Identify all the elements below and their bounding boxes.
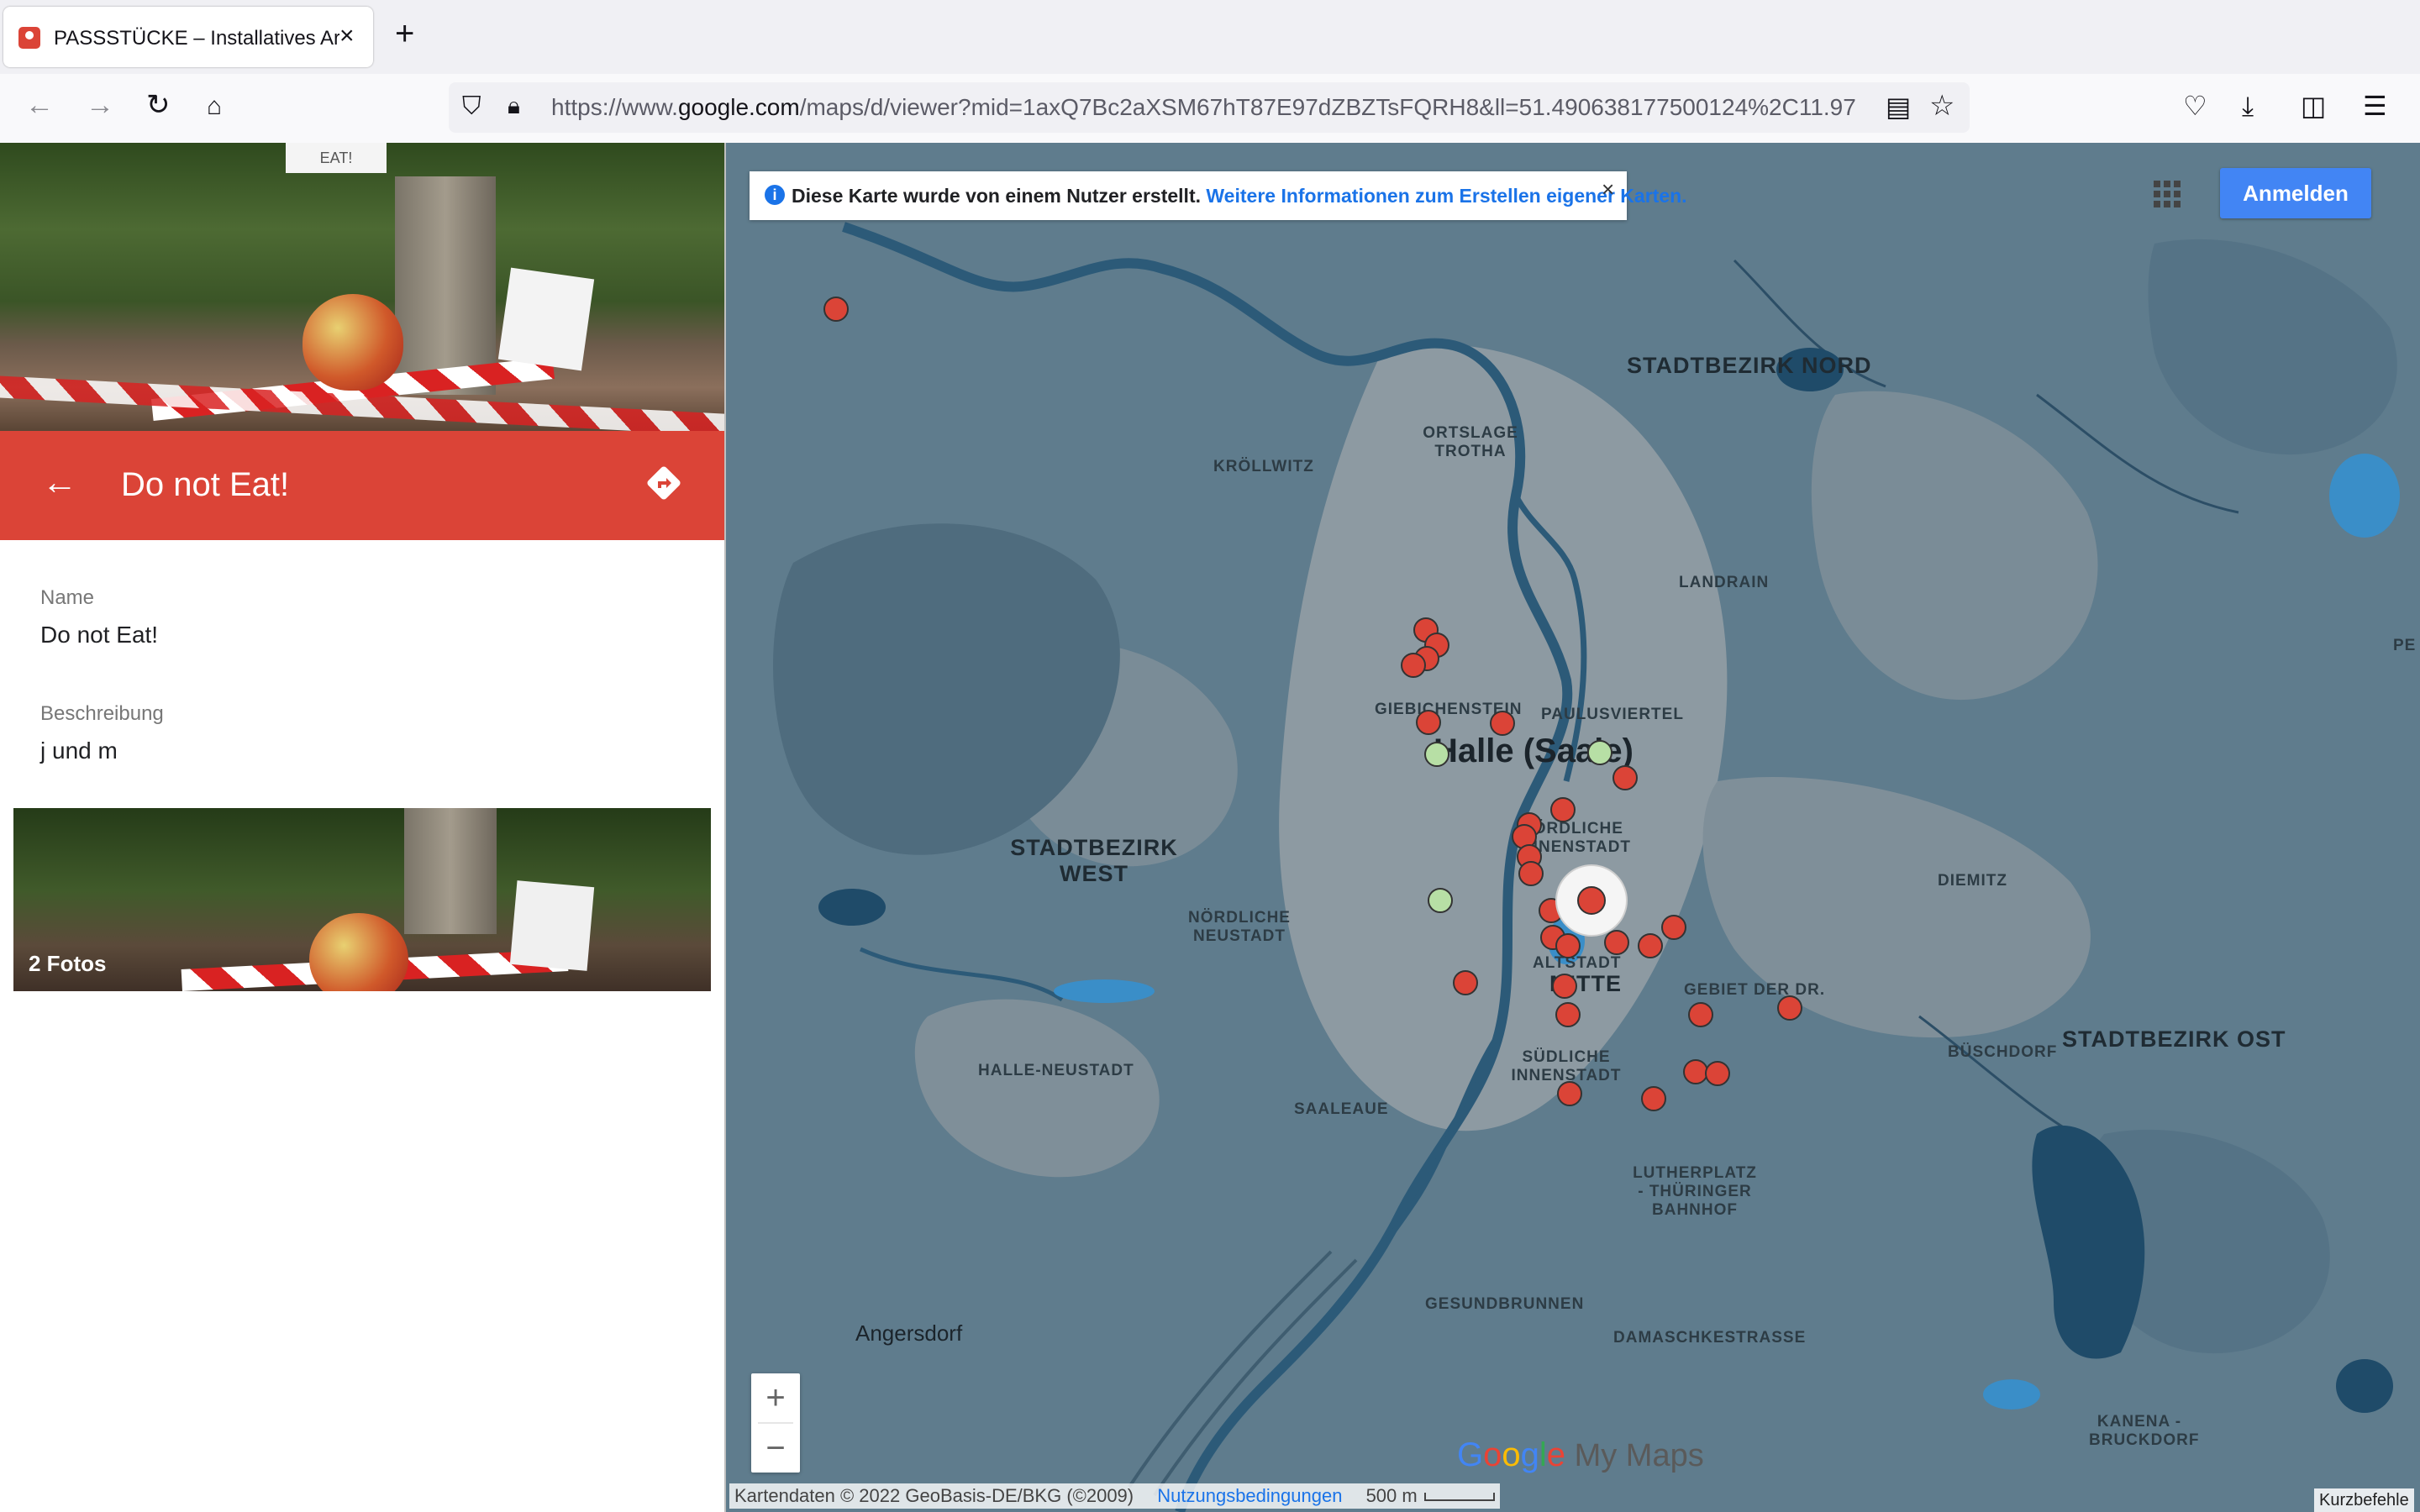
map-marker[interactable] [1555,933,1581,958]
sign-in-button[interactable]: Anmelden [2220,168,2371,218]
map-marker[interactable] [1416,710,1441,735]
shield-icon[interactable]: ⛉ [462,92,481,121]
map-marker-green[interactable] [1428,888,1453,913]
panel-title: Do not Eat! [121,466,290,503]
user-created-map-notice: i Diese Karte wurde von einem Nutzer ers… [750,171,1687,220]
notice-text: Diese Karte wurde von einem Nutzer erste… [792,185,1201,207]
url-path: /maps/d/viewer?mid=1axQ7Bc2aXSM67hT87E97… [799,94,1856,120]
url-text[interactable]: https://www.google.com/maps/d/viewer?mid… [551,94,1862,121]
browser-nav-bar: ← → ↻ ⌂ ⛉ 🔒︎ https://www.google.com/maps… [0,74,2420,144]
map-marker[interactable] [1688,1002,1713,1027]
bench-post [404,808,497,934]
map-markers-layer [823,297,1802,1111]
map-footer: Kartendaten © 2022 GeoBasis-DE/BKG (©200… [729,1483,1500,1509]
map-pin-icon [18,27,40,49]
map-marker[interactable] [1557,1081,1582,1106]
map-marker[interactable] [1641,1086,1666,1111]
keyboard-shortcuts-link[interactable]: Kurzbefehle [2314,1488,2414,1512]
menu-icon[interactable]: ☰ [2363,92,2387,119]
field-value-name: Do not Eat! [40,622,159,648]
close-tab-icon[interactable]: × [339,22,355,50]
map-marker[interactable] [1555,1002,1581,1027]
directions-icon[interactable] [645,465,682,501]
home-icon[interactable]: ⌂ [207,94,222,119]
terms-link[interactable]: Nutzungsbedingungen [1157,1485,1342,1506]
browser-tab[interactable]: PASSSTÜCKE – Installatives Arbeiten × [3,7,373,67]
zoom-in-button[interactable]: + [751,1373,800,1422]
apple-image [309,913,408,991]
selected-map-marker[interactable] [1577,886,1606,915]
google-my-maps-logo: Google My Maps [1457,1436,1704,1473]
zoom-out-button[interactable]: − [751,1424,800,1473]
feature-details-panel: EAT! ← Do not Eat! Name Do not Eat! Besc… [0,143,726,1512]
pocket-icon[interactable]: ♡ [2183,92,2207,119]
bench-post [395,176,496,395]
map-marker[interactable] [1552,974,1577,999]
url-prefix: https://www. [551,94,678,120]
map-marker[interactable] [1401,653,1426,678]
map-marker[interactable] [1453,970,1478,995]
lock-icon[interactable]: 🔒︎ [508,92,520,120]
map-marker-green[interactable] [1424,742,1449,767]
sign-text: EAT! [286,143,387,173]
map-marker[interactable] [1612,765,1638,790]
paper-sheet [509,880,595,971]
field-label-description: Beschreibung [40,702,164,725]
field-label-name: Name [40,586,95,609]
back-arrow-icon[interactable]: ← [25,91,54,119]
map-data-attribution: Kartendaten © 2022 GeoBasis-DE/BKG (©200… [734,1485,1134,1506]
tab-title: PASSSTÜCKE – Installatives Arbeiten [54,27,339,50]
download-icon[interactable]: ⤓ [2242,92,2254,119]
zoom-controls: + − [751,1373,800,1473]
field-value-description: j und m [40,738,118,764]
back-arrow-icon[interactable]: ← [42,465,77,500]
sidebar-icon[interactable]: ◫ [2301,92,2326,119]
map-marker[interactable] [1490,711,1515,736]
paper-sheet [497,267,595,371]
reload-icon[interactable]: ↻ [146,91,171,119]
scale-text[interactable]: 500 m [1366,1485,1418,1506]
apple-image [302,294,403,391]
map-marker[interactable] [1518,861,1544,886]
url-bar[interactable]: ⛉ 🔒︎ https://www.google.com/maps/d/viewe… [449,82,1970,133]
reader-view-icon[interactable]: ▤ [1886,91,1911,123]
apps-grid-icon[interactable] [2153,180,2181,208]
learn-more-link[interactable]: Weitere Informationen zum Erstellen eige… [1206,185,1686,207]
map-canvas[interactable]: STADTBEZIRK NORD ORTSLAGE TROTHA KRÖLLWI… [726,143,2420,1512]
url-domain: google.com [677,94,800,120]
bookmark-star-icon[interactable]: ☆ [1929,89,1954,123]
map-marker[interactable] [1683,1059,1708,1084]
hero-photo[interactable]: EAT! [0,143,724,431]
map-marker[interactable] [823,297,849,322]
map-marker[interactable] [1661,915,1686,940]
scale-bar[interactable] [1423,1493,1495,1502]
info-icon: i [765,185,785,205]
map-marker[interactable] [1638,933,1663,958]
panel-header: ← Do not Eat! [0,431,724,540]
photo-gallery[interactable]: 2 Fotos [13,808,711,991]
new-tab-button[interactable]: + [395,17,414,50]
map-marker[interactable] [1705,1061,1730,1086]
map-marker-green[interactable] [1587,740,1612,765]
browser-tab-bar: PASSSTÜCKE – Installatives Arbeiten × + [0,0,2420,74]
map-marker[interactable] [1777,995,1802,1021]
map-marker[interactable] [1550,797,1576,822]
close-icon[interactable]: × [1602,176,1614,202]
photo-count: 2 Fotos [29,951,107,976]
map-marker[interactable] [1604,930,1629,955]
forward-arrow-icon[interactable]: → [86,91,114,119]
